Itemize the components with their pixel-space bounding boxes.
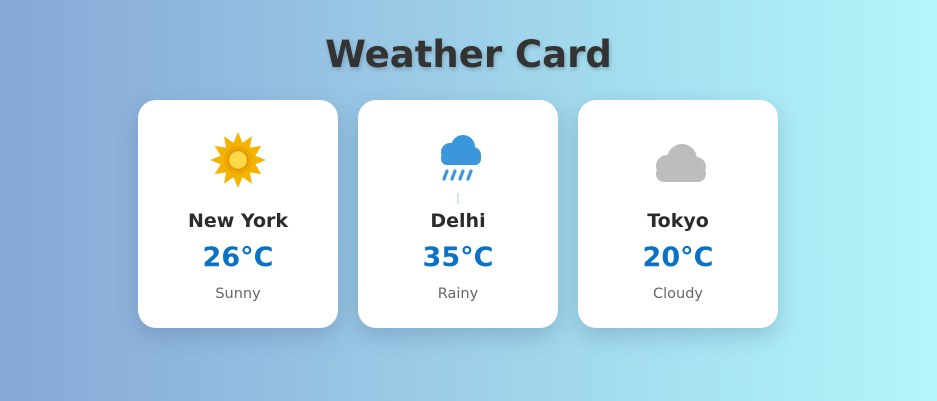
cloud-icon: [646, 128, 710, 192]
temperature: 35°C: [422, 242, 494, 273]
condition: Rainy: [437, 286, 479, 302]
page-title: Weather Card: [325, 33, 612, 76]
weather-card-new-york[interactable]: New York 26°C Sunny: [138, 100, 338, 328]
city-name: Delhi: [430, 210, 486, 232]
condition: Cloudy: [653, 286, 703, 302]
rain-cloud-icon: [426, 128, 490, 204]
weather-card-tokyo[interactable]: Tokyo 20°C Cloudy: [578, 100, 778, 328]
city-name: Tokyo: [647, 210, 709, 232]
city-name: New York: [187, 210, 289, 232]
weather-card-delhi[interactable]: Delhi 35°C Rainy: [358, 100, 558, 328]
weather-cards: New York 26°C Sunny Delhi 35°C Rainy Tok…: [138, 100, 778, 328]
temperature: 26°C: [202, 242, 274, 273]
sun-icon: [206, 128, 270, 192]
temperature: 20°C: [642, 242, 714, 273]
condition: Sunny: [215, 286, 261, 302]
